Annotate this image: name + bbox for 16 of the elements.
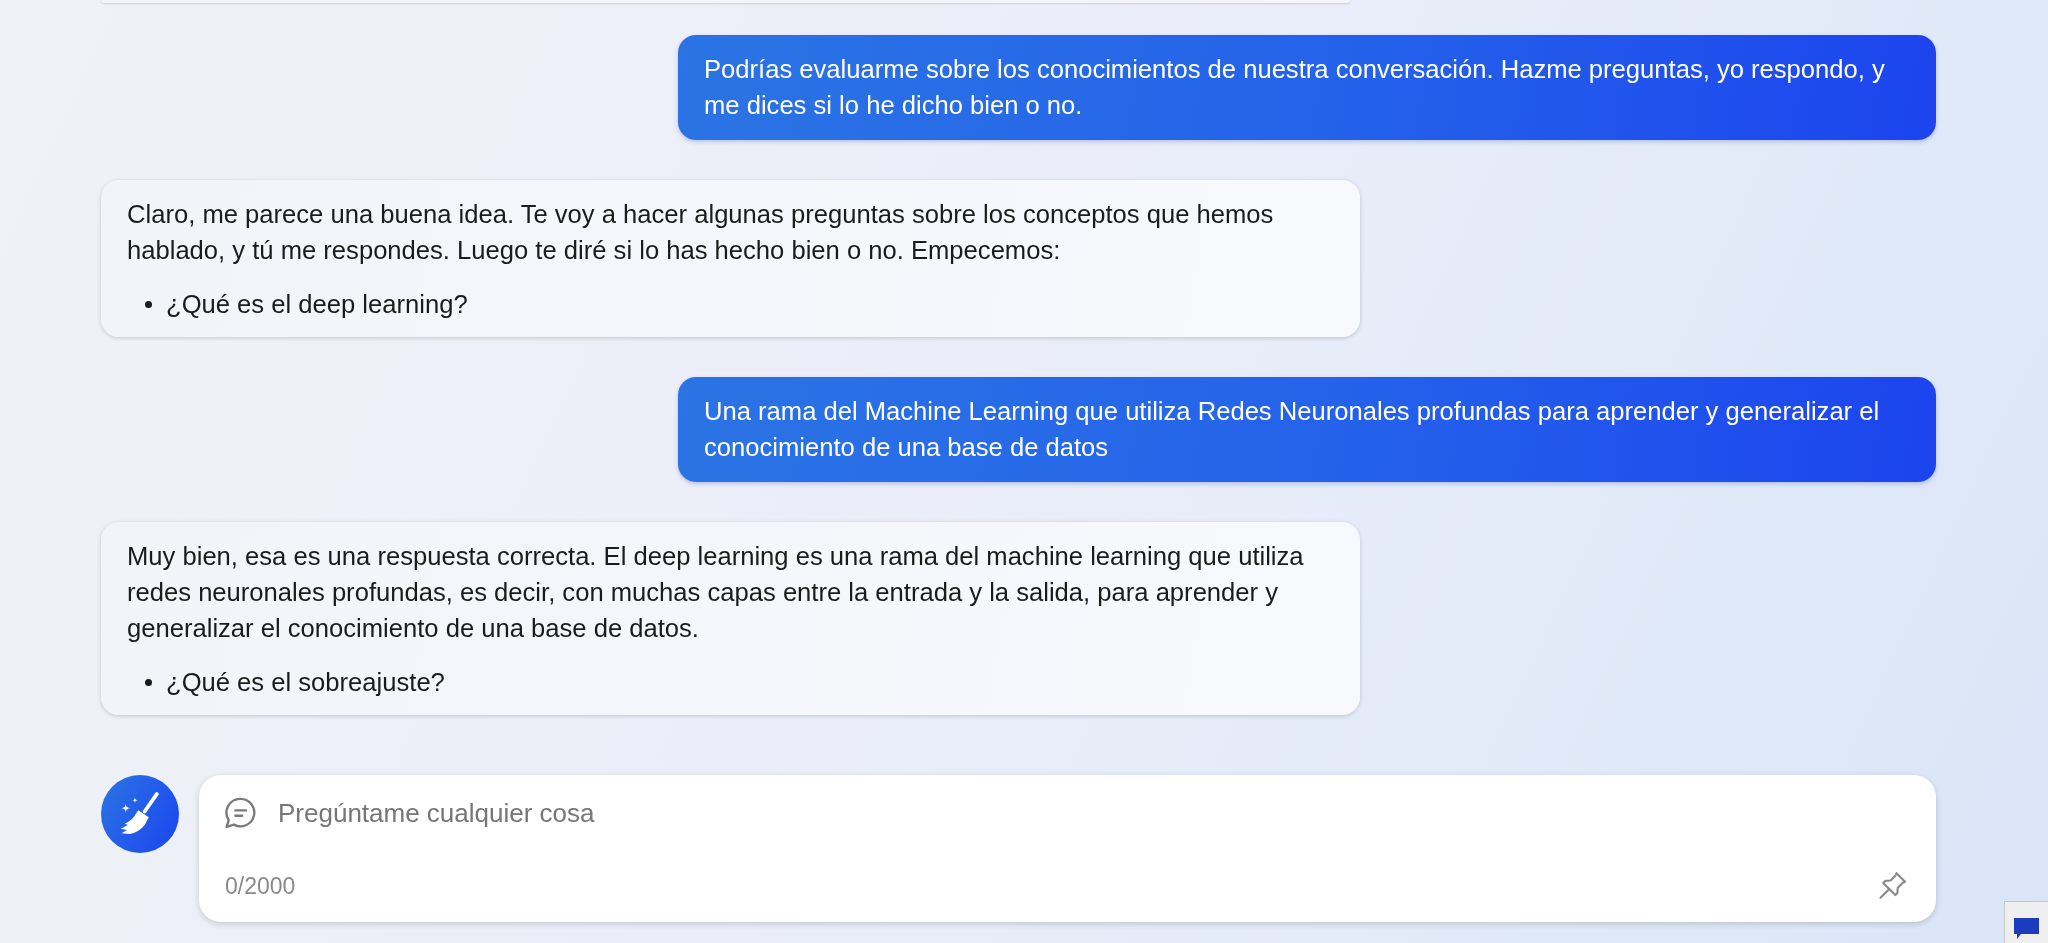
pin-button[interactable]: [1879, 872, 1907, 900]
message-input[interactable]: Pregúntame cualquier cosa: [278, 794, 1907, 832]
bullet-icon: [145, 678, 152, 686]
message-text: Podrías evaluarme sobre los conocimientos de nuestra conversación. Hazme preguntas, yo respondo, y me dices si lo he dicho bien o no.: [704, 54, 1886, 121]
list-item-text: ¿Qué es el sobreajuste?: [166, 667, 445, 698]
list-item-text: ¿Qué es el deep learning?: [166, 289, 468, 320]
character-counter: 0/2000: [225, 872, 296, 900]
chat-icon: [225, 797, 257, 829]
message-text: Claro, me parece una buena idea. Te voy a hacer algunas preguntas sobre los conceptos que hemos hablado, y tú me respondes. Luego te diré si lo has hecho bien o no. Empecemos:: [127, 199, 1275, 266]
message-text: Una rama del Machine Learning que utiliza Redes Neuronales profundas para aprender y generalizar el conocimiento de una base de datos: [704, 396, 1881, 463]
pin-icon: [1879, 872, 1907, 900]
feedback-button[interactable]: [2004, 901, 2048, 943]
bullet-icon: [145, 300, 152, 308]
speech-bubble-icon: [2014, 918, 2039, 940]
message-text: Muy bien, esa es una respuesta correcta. El deep learning es una rama del machine learning que utiliza redes neuronales profundas, es decir, con muchas capas entre la entrada y la salida, para aprender y generalizar el conocimiento de una base de datos.: [127, 541, 1305, 644]
broom-icon: [118, 792, 162, 836]
